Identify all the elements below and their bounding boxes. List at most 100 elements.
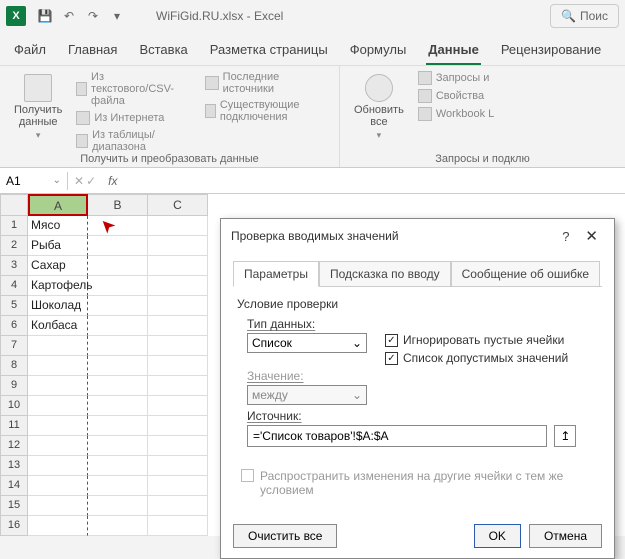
cell[interactable] xyxy=(88,296,148,316)
cell[interactable] xyxy=(88,316,148,336)
cell[interactable] xyxy=(148,336,208,356)
redo-icon[interactable]: ↷ xyxy=(84,7,102,25)
cell[interactable] xyxy=(88,476,148,496)
queries-button[interactable]: Запросы и xyxy=(416,70,497,86)
row-header[interactable]: 10 xyxy=(0,396,28,416)
cell[interactable] xyxy=(28,456,88,476)
clear-all-button[interactable]: Очистить все xyxy=(233,524,337,548)
tab-home[interactable]: Главная xyxy=(66,36,119,65)
cell[interactable] xyxy=(88,356,148,376)
cell[interactable] xyxy=(148,256,208,276)
tab-formulas[interactable]: Формулы xyxy=(348,36,409,65)
tab-insert[interactable]: Вставка xyxy=(137,36,189,65)
name-box[interactable]: A1 ⌄ xyxy=(0,172,68,190)
row-header[interactable]: 4 xyxy=(0,276,28,296)
cell[interactable] xyxy=(88,516,148,536)
from-web-button[interactable]: Из Интернета xyxy=(74,110,189,126)
cell[interactable]: Картофель xyxy=(28,276,88,296)
cell[interactable] xyxy=(88,276,148,296)
recent-sources-button[interactable]: Последние источники xyxy=(203,70,331,96)
properties-button[interactable]: Свойства xyxy=(416,88,497,104)
tab-layout[interactable]: Разметка страницы xyxy=(208,36,330,65)
cell[interactable] xyxy=(28,336,88,356)
cell[interactable] xyxy=(28,476,88,496)
cell[interactable] xyxy=(28,496,88,516)
row-header[interactable]: 12 xyxy=(0,436,28,456)
col-header-a[interactable]: A xyxy=(28,194,88,216)
get-data-button[interactable]: Получитьданные ▾ xyxy=(8,70,68,145)
enter-formula-icon[interactable]: ✓ xyxy=(86,174,96,188)
cell[interactable] xyxy=(88,236,148,256)
cell[interactable] xyxy=(88,396,148,416)
ok-button[interactable]: OK xyxy=(474,524,521,548)
cell[interactable]: Сахар xyxy=(28,256,88,276)
range-picker-button[interactable]: ↥ xyxy=(554,425,576,447)
cell[interactable]: Шоколад xyxy=(28,296,88,316)
row-header[interactable]: 7 xyxy=(0,336,28,356)
help-icon[interactable]: ? xyxy=(552,229,579,244)
existing-conn-button[interactable]: Существующие подключения xyxy=(203,98,331,124)
cell[interactable] xyxy=(88,496,148,516)
cell[interactable] xyxy=(28,376,88,396)
save-icon[interactable]: 💾 xyxy=(36,7,54,25)
row-header[interactable]: 9 xyxy=(0,376,28,396)
cell[interactable] xyxy=(148,416,208,436)
cell[interactable] xyxy=(148,296,208,316)
tab-data[interactable]: Данные xyxy=(426,36,481,65)
row-header[interactable]: 8 xyxy=(0,356,28,376)
workbook-links-button[interactable]: Workbook L xyxy=(416,106,497,122)
select-all-corner[interactable] xyxy=(0,194,28,216)
cell[interactable] xyxy=(28,396,88,416)
cell[interactable] xyxy=(148,476,208,496)
close-icon[interactable]: ✕ xyxy=(579,227,604,245)
type-select[interactable]: Список ⌄ xyxy=(247,333,367,353)
from-csv-button[interactable]: Из текстового/CSV-файла xyxy=(74,70,189,108)
undo-icon[interactable]: ↶ xyxy=(60,7,78,25)
dialog-tab-error[interactable]: Сообщение об ошибке xyxy=(451,261,600,287)
from-table-button[interactable]: Из таблицы/диапазона xyxy=(74,128,189,154)
row-header[interactable]: 15 xyxy=(0,496,28,516)
col-header-c[interactable]: C xyxy=(148,194,208,216)
col-header-b[interactable]: B xyxy=(88,194,148,216)
row-header[interactable]: 1 xyxy=(0,216,28,236)
qat-dropdown-icon[interactable]: ▾ xyxy=(108,7,126,25)
cell[interactable] xyxy=(88,376,148,396)
cell[interactable] xyxy=(88,436,148,456)
cell[interactable] xyxy=(148,316,208,336)
row-header[interactable]: 13 xyxy=(0,456,28,476)
cell[interactable] xyxy=(148,496,208,516)
cell[interactable] xyxy=(148,216,208,236)
cell[interactable] xyxy=(88,416,148,436)
tab-file[interactable]: Файл xyxy=(12,36,48,65)
cell[interactable] xyxy=(148,516,208,536)
tab-review[interactable]: Рецензирование xyxy=(499,36,603,65)
dialog-tab-settings[interactable]: Параметры xyxy=(233,261,319,287)
cell[interactable] xyxy=(28,436,88,456)
cell[interactable] xyxy=(88,456,148,476)
search-button[interactable]: 🔍 Поис xyxy=(550,4,619,28)
row-header[interactable]: 3 xyxy=(0,256,28,276)
row-header[interactable]: 11 xyxy=(0,416,28,436)
cell[interactable] xyxy=(28,416,88,436)
cell[interactable]: Колбаса xyxy=(28,316,88,336)
row-header[interactable]: 14 xyxy=(0,476,28,496)
cancel-button[interactable]: Отмена xyxy=(529,524,602,548)
cell[interactable] xyxy=(148,376,208,396)
dialog-tab-input-msg[interactable]: Подсказка по вводу xyxy=(319,261,451,287)
source-input[interactable]: ='Список товаров'!$A:$A xyxy=(247,425,547,447)
row-header[interactable]: 16 xyxy=(0,516,28,536)
cell[interactable] xyxy=(88,256,148,276)
cell[interactable] xyxy=(148,236,208,256)
cell[interactable] xyxy=(28,356,88,376)
cell[interactable] xyxy=(148,276,208,296)
row-header[interactable]: 5 xyxy=(0,296,28,316)
cell[interactable]: Рыба xyxy=(28,236,88,256)
row-header[interactable]: 2 xyxy=(0,236,28,256)
dialog-titlebar[interactable]: Проверка вводимых значений ? ✕ xyxy=(221,219,614,253)
cell[interactable] xyxy=(148,356,208,376)
cell[interactable]: Мясо xyxy=(28,216,88,236)
cancel-formula-icon[interactable]: ✕ xyxy=(74,174,84,188)
ignore-blank-check[interactable]: ✓Игнорировать пустые ячейки xyxy=(385,333,568,347)
in-cell-dropdown-check[interactable]: ✓Список допустимых значений xyxy=(385,351,568,365)
refresh-all-button[interactable]: Обновитьвсе ▾ xyxy=(348,70,410,145)
